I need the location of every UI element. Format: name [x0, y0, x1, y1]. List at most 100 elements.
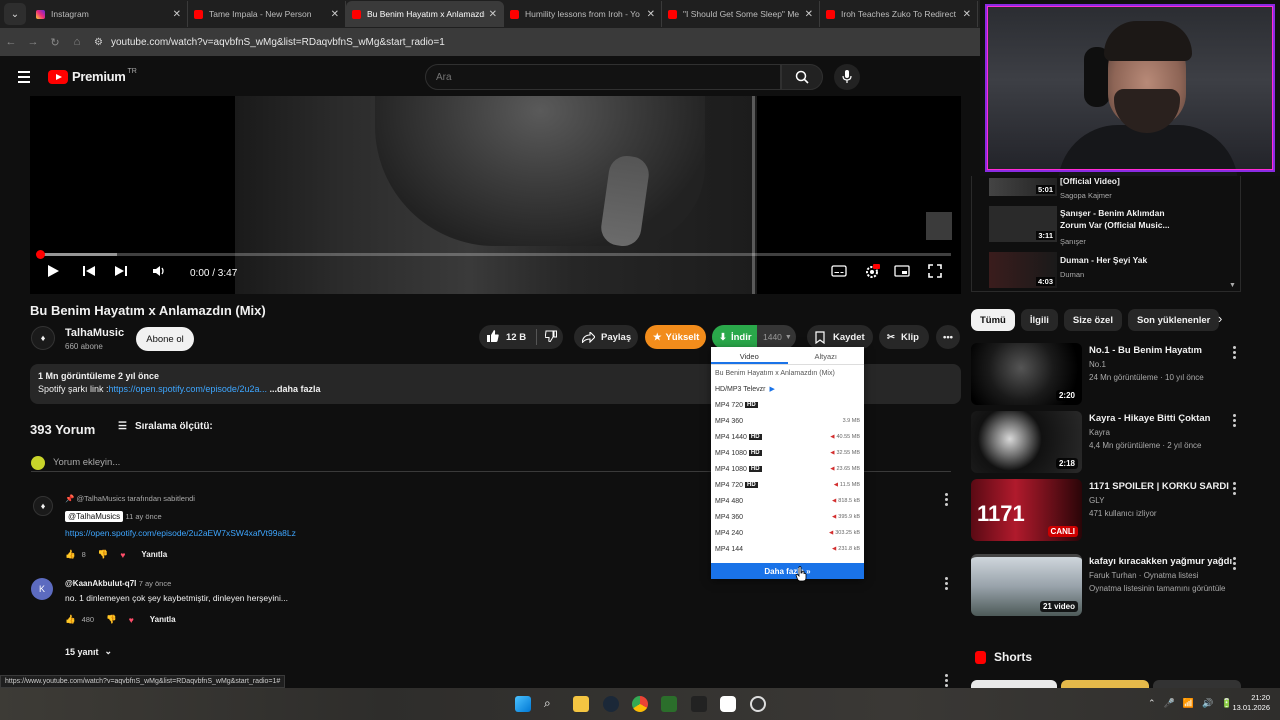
- play-icon[interactable]: [46, 264, 60, 278]
- dislike-icon[interactable]: 👎: [98, 549, 109, 560]
- close-icon[interactable]: ✕: [173, 9, 181, 20]
- channel-name[interactable]: No.1: [1089, 360, 1106, 369]
- subtitles-icon[interactable]: [831, 264, 847, 278]
- like-button[interactable]: [487, 329, 499, 345]
- tab-subtitles[interactable]: Altyazı: [788, 347, 865, 364]
- home-icon[interactable]: ⌂: [66, 36, 88, 48]
- video-menu-icon[interactable]: [1233, 346, 1237, 361]
- clip-button[interactable]: ✂ Klip: [879, 325, 929, 349]
- close-icon[interactable]: ✕: [489, 9, 497, 20]
- download-option[interactable]: MP4 720 HD ◀ 11.5 MB: [711, 477, 864, 493]
- video-player[interactable]: 0:00 / 3:47: [30, 96, 961, 294]
- chrome-icon[interactable]: [632, 696, 648, 712]
- dislike-icon[interactable]: 👎: [106, 614, 117, 625]
- taskbar-clock[interactable]: 21:20 13.01.2026: [1232, 693, 1270, 713]
- download-option[interactable]: MP4 360 3.9 MB: [711, 413, 864, 429]
- voice-search-button[interactable]: [834, 64, 860, 90]
- recommendation-item[interactable]: 1171 CANLI 1171 SPOILER | KORKU SARDI GL…: [971, 479, 1271, 543]
- forward-icon[interactable]: →: [22, 36, 44, 48]
- close-icon[interactable]: ✕: [805, 9, 813, 20]
- channel-watermark[interactable]: [926, 212, 952, 240]
- short-thumbnail[interactable]: [1153, 680, 1241, 688]
- reply-button[interactable]: Yanıtla: [141, 550, 167, 559]
- system-tray-icons[interactable]: ⌃🎤📶🔊🔋: [1148, 698, 1240, 709]
- volume-icon[interactable]: [152, 264, 166, 278]
- like-icon[interactable]: 👍: [65, 614, 76, 625]
- download-button[interactable]: ⬇ İndir: [712, 325, 757, 349]
- browser-tab-active[interactable]: Bu Benim Hayatım x Anlamazdı ✕: [346, 1, 504, 27]
- upgrade-button[interactable]: ★ Yükselt: [645, 325, 706, 349]
- back-icon[interactable]: ←: [0, 36, 22, 48]
- close-icon[interactable]: ✕: [963, 9, 971, 20]
- miniplayer-icon[interactable]: [894, 264, 910, 278]
- site-info-icon[interactable]: ⚙: [94, 37, 103, 48]
- more-actions-button[interactable]: •••: [936, 325, 960, 349]
- comment-author[interactable]: @KaanAkbulut-q7l: [65, 579, 136, 588]
- download-option[interactable]: MP4 720 HD: [711, 397, 864, 413]
- save-button[interactable]: Kaydet: [807, 325, 873, 349]
- subscribe-button[interactable]: Abone ol: [136, 327, 194, 351]
- search-input[interactable]: [425, 64, 781, 90]
- channel-name[interactable]: Faruk Turhan · Oynatma listesi: [1089, 571, 1198, 580]
- windows-start-icon[interactable]: [515, 696, 531, 712]
- video-menu-icon[interactable]: [1233, 482, 1237, 497]
- fullscreen-icon[interactable]: [928, 264, 942, 278]
- short-thumbnail[interactable]: [1061, 680, 1149, 688]
- channel-name[interactable]: Kayra: [1089, 428, 1110, 437]
- browser-tab[interactable]: Iroh Teaches Zuko To Redirect L ✕: [820, 1, 978, 27]
- youtube-logo[interactable]: Premium TR: [48, 68, 137, 84]
- epic-games-icon[interactable]: [691, 696, 707, 712]
- browser-tab[interactable]: Tame Impala - New Person ✕: [188, 1, 346, 27]
- close-icon[interactable]: ✕: [647, 9, 655, 20]
- comment-menu-icon[interactable]: [945, 577, 949, 592]
- show-more-link[interactable]: ...daha fazla: [269, 384, 320, 394]
- download-option[interactable]: MP4 480 ◀ 818.5 kB: [711, 493, 864, 509]
- download-option[interactable]: MP4 360 ◀ 395.9 kB: [711, 509, 864, 525]
- chip-all[interactable]: Tümü: [971, 309, 1015, 331]
- scrubber-handle[interactable]: [36, 250, 45, 259]
- search-button[interactable]: [781, 64, 823, 90]
- steam-icon[interactable]: [603, 696, 619, 712]
- download-more-button[interactable]: Daha fazla »: [711, 563, 864, 579]
- download-option[interactable]: MP4 240 ◀ 303.25 kB: [711, 525, 864, 541]
- progress-bar[interactable]: [36, 250, 951, 259]
- video-menu-icon[interactable]: [1233, 414, 1237, 429]
- recommendation-item[interactable]: 2:20 No.1 - Bu Benim Hayatım No.1 24 Mn …: [971, 343, 1271, 407]
- settings-gear-icon[interactable]: [864, 264, 880, 280]
- comment-time[interactable]: 7 ay önce: [139, 579, 172, 588]
- search-icon[interactable]: ⌕: [544, 696, 560, 712]
- scroll-down-icon[interactable]: ▼: [1229, 282, 1236, 289]
- share-button[interactable]: Paylaş: [574, 325, 638, 349]
- tab-search-icon[interactable]: ⌄: [4, 3, 26, 25]
- obs-icon[interactable]: [750, 696, 766, 712]
- comment-author[interactable]: @TalhaMusics: [65, 511, 124, 522]
- browser-tab[interactable]: "I Should Get Some Sleep" Me ✕: [662, 1, 820, 27]
- browser-tab[interactable]: Instagram ✕: [30, 1, 188, 27]
- chip-for-you[interactable]: Size özel: [1063, 309, 1122, 331]
- show-replies-button[interactable]: 15 yanıt ⌄: [65, 646, 112, 657]
- recommendation-item[interactable]: 21 video kafayı kıracakken yağmur yağdı …: [971, 554, 1271, 618]
- reply-button[interactable]: Yanıtla: [150, 615, 176, 624]
- comment-menu-icon[interactable]: [945, 493, 949, 508]
- download-option[interactable]: HD/MP3 Televzr ▶: [711, 381, 864, 397]
- chip-recently-uploaded[interactable]: Son yüklenenler: [1127, 309, 1220, 331]
- chevron-right-icon[interactable]: ›: [1218, 311, 1222, 326]
- comment-time[interactable]: 11 ay önce: [126, 512, 162, 521]
- dislike-button[interactable]: [544, 330, 558, 345]
- short-thumbnail[interactable]: [971, 680, 1057, 688]
- nvidia-icon[interactable]: [661, 696, 677, 712]
- browser-tab[interactable]: Humility lessons from Iroh - Yo ✕: [504, 1, 662, 27]
- file-explorer-icon[interactable]: [573, 696, 589, 712]
- next-icon[interactable]: [114, 264, 128, 278]
- recommendation-item[interactable]: 2:18 Kayra - Hikaye Bitti Çoktan Kayra 4…: [971, 411, 1271, 475]
- url-field[interactable]: ⚙ youtube.com/watch?v=aqvbfnS_wMg&list=RD…: [94, 31, 980, 53]
- comment-text[interactable]: https://open.spotify.com/episode/2u2aEW7…: [65, 528, 296, 538]
- app-icon[interactable]: [720, 696, 736, 712]
- like-icon[interactable]: 👍: [65, 549, 76, 560]
- download-option[interactable]: MP4 144 ◀ 231.8 kB: [711, 541, 864, 557]
- channel-name[interactable]: GLY: [1089, 496, 1104, 505]
- previous-icon[interactable]: [82, 264, 96, 278]
- quality-select[interactable]: 1440: [763, 332, 782, 342]
- download-option[interactable]: MP4 1440 HD ◀ 40.55 MB: [711, 429, 864, 445]
- sort-comments-button[interactable]: ☰ Sıralama ölçütü:: [118, 421, 213, 432]
